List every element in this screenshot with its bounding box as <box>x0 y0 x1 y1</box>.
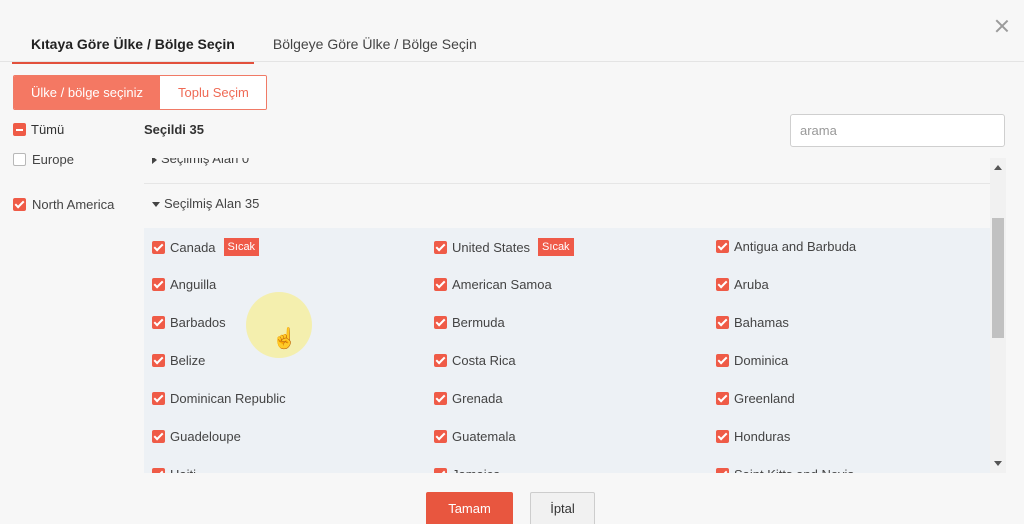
ok-button[interactable]: Tamam <box>426 492 513 524</box>
country-item-dominican-republic[interactable]: Dominican Republic <box>152 390 434 428</box>
country-checkbox[interactable] <box>152 240 165 254</box>
country-label: American Samoa <box>452 277 552 293</box>
country-label: Guadeloupe <box>170 429 241 445</box>
hand-pointer-icon: ☝ <box>272 328 297 350</box>
country-checkbox[interactable] <box>716 354 729 368</box>
close-icon[interactable] <box>994 18 1010 34</box>
country-item-bermuda[interactable]: Bermuda <box>434 314 716 352</box>
scrollbar[interactable] <box>990 158 1006 473</box>
country-label: Saint Kitts and Nevis <box>734 467 854 473</box>
scroll-thumb[interactable] <box>992 218 1004 338</box>
country-checkbox[interactable] <box>716 430 729 444</box>
select-all-checkbox[interactable] <box>13 123 26 137</box>
region-north-america[interactable]: North America <box>13 196 114 212</box>
country-checkbox[interactable] <box>434 354 447 368</box>
country-checkbox[interactable] <box>152 316 165 330</box>
country-item-honduras[interactable]: Honduras <box>716 428 990 466</box>
country-item-costa-rica[interactable]: Costa Rica <box>434 352 716 390</box>
region-europe[interactable]: Europe <box>13 151 74 167</box>
country-item-jamaica[interactable]: Jamaica <box>434 466 716 473</box>
country-item-grenada[interactable]: Grenada <box>434 390 716 428</box>
country-checkbox[interactable] <box>716 468 729 473</box>
tab-divider <box>0 61 1024 62</box>
country-item-united-states[interactable]: United States Sıcak <box>434 238 716 276</box>
selected-count: Seçildi 35 <box>144 122 204 137</box>
country-item-antigua-and-barbuda[interactable]: Antigua and Barbuda <box>716 238 990 276</box>
caret-down-icon <box>152 202 160 208</box>
country-checkbox[interactable] <box>716 278 729 292</box>
country-label: Honduras <box>734 429 791 445</box>
region-europe-checkbox[interactable] <box>13 153 26 167</box>
tab-bar: Kıtaya Göre Ülke / Bölge Seçin Bölgeye G… <box>12 26 496 64</box>
region-europe-label: Europe <box>32 152 74 167</box>
caret-right-icon <box>152 158 157 164</box>
group-north-america-toggle[interactable]: Seçilmiş Alan 35 <box>152 196 259 211</box>
group-divider <box>144 183 990 184</box>
country-label: Barbados <box>170 315 226 331</box>
country-item-aruba[interactable]: Aruba <box>716 276 990 314</box>
country-checkbox[interactable] <box>716 316 729 330</box>
country-checkbox[interactable] <box>152 468 165 473</box>
country-checkbox[interactable] <box>716 392 729 406</box>
tab-by-continent[interactable]: Kıtaya Göre Ülke / Bölge Seçin <box>12 26 254 64</box>
country-item-bahamas[interactable]: Bahamas <box>716 314 990 352</box>
country-checkbox[interactable] <box>716 240 729 254</box>
country-label: Belize <box>170 353 206 369</box>
country-label: Haiti <box>170 467 196 473</box>
country-checkbox[interactable] <box>434 468 447 473</box>
country-checkbox[interactable] <box>434 316 447 330</box>
country-label: Guatemala <box>452 429 516 445</box>
select-all-label: Tümü <box>31 122 65 138</box>
country-checkbox[interactable] <box>152 392 165 406</box>
tab-by-region[interactable]: Bölgeye Göre Ülke / Bölge Seçin <box>254 26 496 62</box>
country-item-american-samoa[interactable]: American Samoa <box>434 276 716 314</box>
region-north-america-checkbox[interactable] <box>13 198 26 212</box>
country-item-dominica[interactable]: Dominica <box>716 352 990 390</box>
bulk-select-button[interactable]: Toplu Seçim <box>160 76 266 109</box>
country-label: Antigua and Barbuda <box>734 239 857 255</box>
country-label: Dominica <box>734 353 789 369</box>
select-all[interactable]: Tümü <box>13 121 64 137</box>
country-label: Canada <box>170 239 216 255</box>
search-input[interactable] <box>790 114 1005 147</box>
country-label: Bermuda <box>452 315 505 331</box>
country-select-dialog: Kıtaya Göre Ülke / Bölge Seçin Bölgeye G… <box>0 0 1024 524</box>
country-label: Bahamas <box>734 315 789 331</box>
country-item-haiti[interactable]: Haiti <box>152 466 434 473</box>
country-checkbox[interactable] <box>434 392 447 406</box>
group-europe-label: Seçilmiş Alan 0 <box>161 158 250 166</box>
scroll-down-icon[interactable] <box>994 461 1002 466</box>
country-checkbox[interactable] <box>434 430 447 444</box>
country-item-canada[interactable]: Canada Sıcak <box>152 238 434 276</box>
country-label: Anguilla <box>170 277 217 293</box>
country-label: Aruba <box>734 277 769 293</box>
country-label: Dominican Republic <box>170 391 286 407</box>
country-checkbox[interactable] <box>434 278 447 292</box>
group-north-america-label: Seçilmiş Alan 35 <box>164 196 260 211</box>
selection-mode-toggle: Ülke / bölge seçiniz Toplu Seçim <box>13 75 267 110</box>
country-label: Jamaica <box>452 467 500 473</box>
country-item-guadeloupe[interactable]: Guadeloupe <box>152 428 434 466</box>
country-checkbox[interactable] <box>434 240 447 254</box>
country-checkbox[interactable] <box>152 430 165 444</box>
scroll-up-icon[interactable] <box>994 165 1002 170</box>
country-label: Greenland <box>734 391 795 407</box>
country-label: Costa Rica <box>452 353 516 369</box>
hot-badge: Sıcak <box>538 238 574 256</box>
country-checkbox[interactable] <box>152 354 165 368</box>
country-label: United States <box>452 239 531 255</box>
country-item-belize[interactable]: Belize <box>152 352 434 390</box>
country-item-greenland[interactable]: Greenland <box>716 390 990 428</box>
group-europe-toggle[interactable]: Seçilmiş Alan 0 <box>152 158 249 166</box>
hot-badge: Sıcak <box>223 238 260 256</box>
country-item-saint-kitts-and-nevis[interactable]: Saint Kitts and Nevis <box>716 466 990 473</box>
region-north-america-label: North America <box>32 197 115 213</box>
country-item-guatemala[interactable]: Guatemala <box>434 428 716 466</box>
cancel-button[interactable]: İptal <box>530 492 595 524</box>
country-checkbox[interactable] <box>152 278 165 292</box>
select-country-button[interactable]: Ülke / bölge seçiniz <box>14 76 160 109</box>
country-label: Grenada <box>452 391 503 407</box>
